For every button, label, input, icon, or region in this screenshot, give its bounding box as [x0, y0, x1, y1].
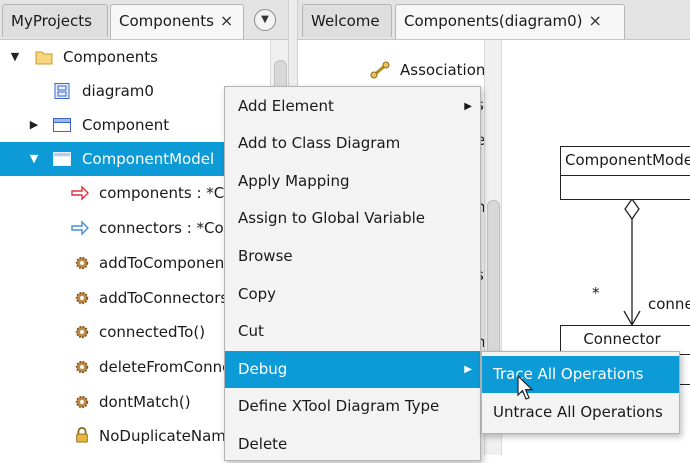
uml-class-componentmodel[interactable]: ComponentModel	[560, 146, 690, 200]
collapse-arrow-icon[interactable]: ▶	[27, 108, 41, 142]
lock-icon	[76, 427, 88, 443]
menu-item-apply-mapping[interactable]: Apply Mapping	[225, 163, 480, 200]
menu-item-label: Define XTool Diagram Type	[238, 397, 440, 415]
tab-myprojects[interactable]: MyProjects	[2, 4, 108, 37]
menu-item-label: Add Element	[238, 97, 334, 115]
tab-label: Components(diagram0)	[404, 12, 583, 30]
menu-item-assign-to-global-variable[interactable]: Assign to Global Variable	[225, 200, 480, 237]
tree-item-label: Component	[82, 116, 170, 134]
operation-gear-icon	[75, 360, 89, 374]
menu-item-browse[interactable]: Browse	[225, 238, 480, 275]
menu-item-label: Debug	[238, 360, 288, 378]
tree-item-label: components : *C	[99, 184, 225, 202]
mouse-pointer-icon	[517, 375, 534, 400]
menu-item-add-element[interactable]: Add Element ▶	[225, 88, 480, 125]
tree-item-label: connectors : *Co	[99, 219, 224, 237]
tab-components-diagram0[interactable]: Components(diagram0) ×	[395, 4, 625, 39]
diagram-icon	[54, 83, 70, 99]
menu-item-define-xtool-diagram-type[interactable]: Define XTool Diagram Type	[225, 388, 480, 425]
multiplicity-label: *	[592, 284, 600, 302]
menu-item-copy[interactable]: Copy	[225, 276, 480, 313]
tree-item-label: ComponentModel	[82, 150, 215, 168]
menu-item-label: Apply Mapping	[238, 172, 350, 190]
tab-components[interactable]: Components ×	[110, 4, 244, 39]
tree-item-label: addToConnectors	[99, 289, 229, 307]
operation-gear-icon	[75, 395, 89, 409]
submenu-arrow-icon: ▶	[464, 101, 472, 112]
role-name-label: connectors	[648, 295, 690, 313]
operation-gear-icon	[75, 256, 89, 270]
tree-item-label: NoDuplicateNames	[99, 427, 243, 445]
tab-list-dropdown-icon[interactable]: ▼	[254, 9, 276, 31]
tab-label: MyProjects	[11, 12, 92, 30]
menu-item-debug[interactable]: Debug ▶	[225, 351, 480, 388]
tab-label: Welcome	[311, 12, 380, 30]
close-icon[interactable]: ×	[220, 11, 233, 30]
tree-item-label: addToComponents	[99, 254, 238, 272]
class-icon	[53, 152, 71, 166]
operation-gear-icon	[75, 325, 89, 339]
operation-gear-icon	[75, 291, 89, 305]
left-tab-bar: MyProjects Components × ▼	[0, 0, 288, 40]
menu-item-label: Untrace All Operations	[493, 403, 663, 421]
context-menu: Add Element ▶ Add to Class Diagram Apply…	[224, 86, 481, 461]
tab-label: Components	[119, 12, 214, 30]
reference-icon	[71, 220, 89, 236]
palette-item-label: Association	[400, 61, 486, 79]
debug-submenu: Trace All Operations Untrace All Operati…	[481, 351, 680, 434]
menu-item-label: Add to Class Diagram	[238, 134, 401, 152]
menu-item-label: Trace All Operations	[493, 365, 644, 383]
tree-item-label: diagram0	[82, 82, 154, 100]
class-icon	[53, 118, 71, 132]
association-icon	[370, 61, 390, 79]
menu-item-label: Delete	[238, 435, 288, 453]
menu-item-add-to-class-diagram[interactable]: Add to Class Diagram	[225, 125, 480, 162]
menu-item-cut[interactable]: Cut	[225, 313, 480, 350]
menu-item-label: Browse	[238, 247, 293, 265]
menu-item-untrace-all-operations[interactable]: Untrace All Operations	[482, 394, 679, 431]
right-tab-bar: Welcome Components(diagram0) ×	[298, 0, 690, 40]
reference-icon	[71, 185, 89, 201]
close-icon[interactable]: ×	[589, 11, 602, 30]
tree-item-label: dontMatch()	[99, 393, 191, 411]
expand-arrow-icon[interactable]: ▼	[8, 40, 22, 74]
menu-item-label: Copy	[238, 285, 277, 303]
menu-item-trace-all-operations[interactable]: Trace All Operations	[482, 356, 679, 393]
tree-item-label: Components	[63, 48, 158, 66]
tree-item-components[interactable]: ▼ Components	[0, 40, 270, 74]
menu-item-label: Assign to Global Variable	[238, 209, 426, 227]
menu-item-label: Cut	[238, 322, 264, 340]
tree-item-label: connectedTo()	[99, 323, 206, 341]
folder-icon	[35, 51, 53, 65]
expand-arrow-icon[interactable]: ▼	[27, 142, 41, 176]
submenu-arrow-icon: ▶	[464, 364, 472, 375]
tab-welcome[interactable]: Welcome	[302, 4, 392, 37]
uml-class-name: ComponentModel	[561, 147, 690, 176]
menu-item-delete[interactable]: Delete	[225, 426, 480, 463]
